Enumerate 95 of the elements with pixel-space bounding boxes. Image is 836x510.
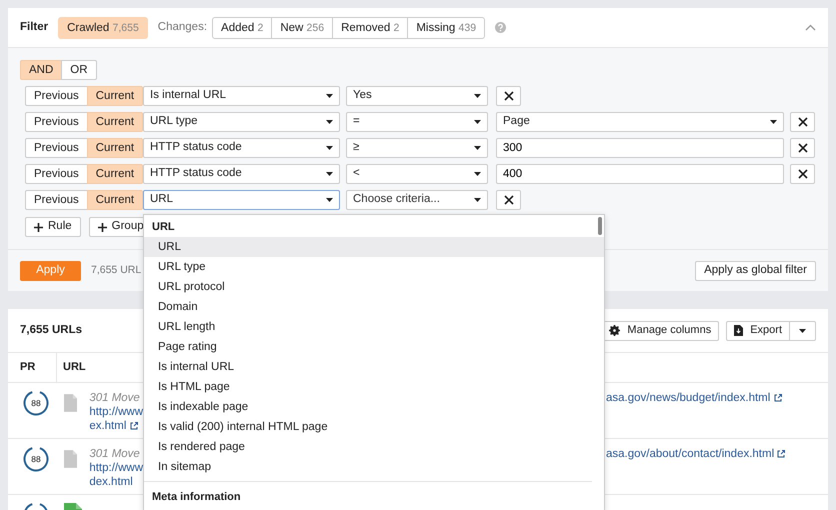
change-filter-button[interactable]: Missing 439	[407, 16, 486, 38]
caret-icon	[326, 94, 333, 98]
close-icon	[798, 169, 808, 179]
close-icon	[798, 143, 808, 153]
change-filter-button[interactable]: Added 2	[212, 16, 272, 38]
version-toggle[interactable]: Current	[86, 138, 144, 158]
collapse-chevron-icon[interactable]	[805, 24, 816, 31]
external-link-icon	[130, 422, 138, 430]
url-link[interactable]: ex.html	[89, 419, 143, 433]
close-icon	[798, 117, 808, 127]
page-rating-gauge: 88	[22, 446, 48, 472]
field-select[interactable]: HTTP status code	[143, 164, 340, 184]
export-menu-button[interactable]	[789, 320, 816, 340]
version-toggle[interactable]: Previous	[25, 86, 88, 106]
logic-toggle[interactable]: AND	[20, 60, 62, 80]
remove-rule-button[interactable]	[790, 112, 815, 132]
external-link-icon	[777, 450, 786, 458]
remove-rule-button[interactable]	[790, 164, 815, 184]
url-link[interactable]: http://www	[89, 461, 143, 475]
caret-icon	[799, 328, 806, 332]
logic-toggle[interactable]: OR	[61, 60, 97, 80]
version-toggle[interactable]: Current	[86, 86, 144, 106]
status-text: 301 Move	[89, 447, 141, 461]
caret-icon	[326, 146, 333, 150]
scrollbar-thumb[interactable]	[598, 217, 602, 235]
field-select[interactable]: HTTP status code	[143, 138, 340, 158]
value-input[interactable]: 300	[496, 138, 784, 158]
menu-item[interactable]: URL type	[144, 257, 604, 277]
results-count: 7,655 URLs	[20, 322, 82, 338]
version-toggle[interactable]: Previous	[25, 190, 88, 210]
url-link[interactable]: asa.gov/news/budget/index.html	[606, 392, 782, 404]
menu-item[interactable]: Is HTML page	[144, 377, 604, 397]
value-select[interactable]: Page	[496, 112, 784, 132]
remove-rule-button[interactable]	[496, 86, 521, 106]
page-rating-gauge: 88	[22, 390, 48, 416]
version-toggle[interactable]: Current	[86, 164, 144, 184]
caret-icon	[326, 120, 333, 124]
remove-rule-button[interactable]	[790, 138, 815, 158]
remove-rule-button[interactable]	[496, 190, 521, 210]
caret-icon	[474, 94, 481, 98]
field-select[interactable]: URL type	[143, 112, 340, 132]
plus-icon	[98, 222, 107, 232]
url-count-text: 7,655 URL	[91, 262, 142, 278]
field-select[interactable]: Is internal URL	[143, 86, 340, 106]
caret-icon	[474, 120, 481, 124]
menu-group-header: Meta information	[144, 481, 592, 503]
changes-label: Changes:	[158, 20, 208, 35]
menu-item[interactable]: In sitemap	[144, 457, 604, 477]
version-toggle[interactable]: Previous	[25, 112, 88, 132]
version-toggle[interactable]: Previous	[25, 138, 88, 158]
caret-icon	[770, 120, 777, 124]
column-header: PR	[20, 360, 36, 376]
menu-item[interactable]: URL length	[144, 317, 604, 337]
operator-select[interactable]: <	[346, 164, 488, 184]
document-download-icon	[734, 325, 744, 336]
change-filter-button[interactable]: Removed 2	[332, 16, 408, 38]
menu-group-header: URL	[151, 220, 176, 235]
menu-item[interactable]: Page rating	[144, 337, 604, 357]
operator-select[interactable]: ≥	[346, 138, 488, 158]
version-toggle[interactable]: Previous	[25, 164, 88, 184]
field-input[interactable]: URL	[143, 190, 340, 210]
menu-item[interactable]: URL	[144, 237, 604, 257]
menu-item[interactable]: Is indexable page	[144, 397, 604, 417]
export-button[interactable]: Export	[726, 320, 790, 340]
menu-item[interactable]: Is internal URL	[144, 357, 604, 377]
status-text: 301 Move	[89, 391, 141, 405]
add-button[interactable]: Rule	[25, 217, 81, 237]
caret-icon	[326, 198, 333, 202]
crawled-toggle[interactable]: Crawled 7,655	[58, 16, 148, 38]
menu-item[interactable]: Is valid (200) internal HTML page	[144, 417, 604, 437]
plus-icon	[34, 222, 43, 232]
caret-icon	[326, 172, 333, 176]
column-header: URL	[63, 360, 86, 376]
url-link[interactable]: http://www	[89, 405, 143, 419]
version-toggle[interactable]: Current	[86, 112, 144, 132]
close-icon	[504, 195, 514, 205]
gear-icon	[609, 325, 620, 336]
apply-global-filter-button[interactable]: Apply as global filter	[695, 260, 816, 280]
change-filter-button[interactable]: New 256	[271, 16, 334, 38]
version-toggle[interactable]: Current	[86, 190, 144, 210]
url-link[interactable]: dex.html	[89, 475, 143, 489]
value-input[interactable]: 400	[496, 164, 784, 184]
close-icon	[504, 91, 514, 101]
operator-select[interactable]: Choose criteria...	[346, 190, 488, 210]
caret-icon	[474, 198, 481, 202]
operator-select[interactable]: Yes	[346, 86, 488, 106]
url-link[interactable]: asa.gov/about/contact/index.html	[606, 448, 786, 460]
menu-item[interactable]: Is rendered page	[144, 437, 604, 457]
external-link-icon	[774, 394, 782, 402]
menu-item[interactable]: URL protocol	[144, 277, 604, 297]
filter-title: Filter	[20, 20, 48, 35]
menu-item[interactable]: Domain	[144, 297, 604, 317]
caret-icon	[474, 146, 481, 150]
operator-select[interactable]: =	[346, 112, 488, 132]
caret-icon	[474, 172, 481, 176]
